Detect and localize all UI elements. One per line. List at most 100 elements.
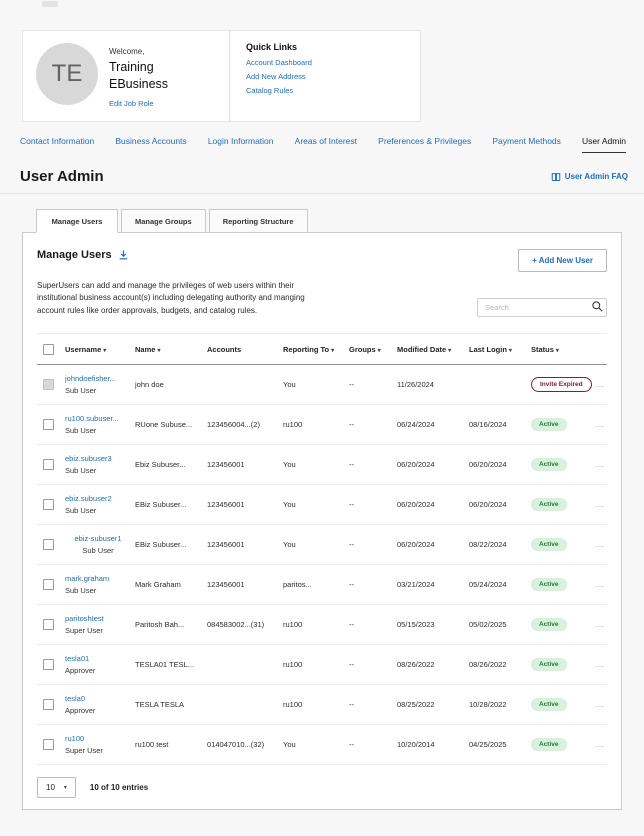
row-menu-button[interactable]: ... <box>589 580 607 589</box>
col-username[interactable]: Username <box>65 345 101 354</box>
quick-link-catalog-rules[interactable]: Catalog Rules <box>246 86 420 95</box>
tab-manage-groups[interactable]: Manage Groups <box>121 209 206 233</box>
nav-payment-methods[interactable]: Payment Methods <box>492 136 561 152</box>
row-menu-button[interactable]: ... <box>589 500 607 509</box>
modified-date-cell: 10/20/2014 <box>397 740 469 749</box>
last-login-cell: 08/26/2022 <box>469 660 531 669</box>
username-link[interactable]: mark.graham <box>65 574 131 585</box>
status-badge: Active <box>531 498 567 511</box>
row-checkbox[interactable] <box>43 579 54 590</box>
edit-job-role-link[interactable]: Edit Job Role <box>109 99 154 108</box>
download-icon[interactable] <box>118 249 129 261</box>
row-menu-button[interactable]: ... <box>589 420 607 429</box>
row-checkbox[interactable] <box>43 619 54 630</box>
page-size-select[interactable]: 10 ▾ <box>37 777 76 798</box>
row-menu-button[interactable]: ... <box>589 540 607 549</box>
row-menu-button[interactable]: ... <box>589 740 607 749</box>
tab-reporting-structure[interactable]: Reporting Structure <box>209 209 308 233</box>
row-checkbox[interactable] <box>43 419 54 430</box>
modified-date-cell: 06/20/2024 <box>397 540 469 549</box>
quick-link-account-dashboard[interactable]: Account Dashboard <box>246 58 420 67</box>
table-row: tesla01Approver TESLA01 TESL... ru100 --… <box>37 645 607 685</box>
nav-business-accounts[interactable]: Business Accounts <box>115 136 186 152</box>
username-link[interactable]: tesla0 <box>65 694 131 705</box>
username-link[interactable]: ebiz.subuser2 <box>65 494 131 505</box>
row-checkbox[interactable] <box>43 659 54 670</box>
row-checkbox[interactable] <box>43 699 54 710</box>
modified-date-cell: 05/15/2023 <box>397 620 469 629</box>
accounts-cell: 123456001 <box>207 460 283 469</box>
groups-cell: -- <box>349 660 397 669</box>
search-icon[interactable] <box>591 300 604 318</box>
select-all-checkbox[interactable] <box>43 344 54 355</box>
table-row: tesla0Approver TESLA TESLA ru100 -- 08/2… <box>37 685 607 725</box>
header-divider <box>0 193 644 194</box>
user-role: Sub User <box>65 586 131 596</box>
accounts-cell: 123456004...(2) <box>207 420 283 429</box>
accounts-cell: 123456001 <box>207 500 283 509</box>
quick-link-add-new-address[interactable]: Add New Address <box>246 72 420 81</box>
user-admin-faq-link[interactable]: User Admin FAQ <box>551 172 628 182</box>
name-cell: Mark Graham <box>135 580 207 589</box>
groups-cell: -- <box>349 580 397 589</box>
modified-date-cell: 08/26/2022 <box>397 660 469 669</box>
username-link[interactable]: ru100 <box>65 734 131 745</box>
quick-links-title: Quick Links <box>246 42 420 52</box>
entries-count: 10 of 10 entries <box>90 783 148 792</box>
nav-contact-information[interactable]: Contact Information <box>20 136 94 152</box>
modified-date-cell: 08/25/2022 <box>397 700 469 709</box>
username-link[interactable]: ru100.subuser... <box>65 414 131 425</box>
col-name[interactable]: Name <box>135 345 155 354</box>
username-link[interactable]: tesla01 <box>65 654 131 665</box>
table-row: paritoshtestSuper User Paritosh Bah... 0… <box>37 605 607 645</box>
username-link[interactable]: johndoefisher... <box>65 374 131 385</box>
modified-date-cell: 11/26/2024 <box>397 380 469 389</box>
name-cell: EBiz Subuser... <box>135 500 207 509</box>
last-login-cell: 05/24/2024 <box>469 580 531 589</box>
name-cell: Ebiz Subuser... <box>135 460 207 469</box>
add-new-user-button[interactable]: + Add New User <box>518 249 607 272</box>
table-footer: 10 ▾ 10 of 10 entries <box>37 777 607 798</box>
row-checkbox[interactable] <box>43 539 54 550</box>
row-menu-button[interactable]: ... <box>589 380 607 389</box>
row-menu-button[interactable]: ... <box>589 620 607 629</box>
page-size-value: 10 <box>46 783 55 792</box>
nav-login-information[interactable]: Login Information <box>208 136 274 152</box>
username-link[interactable]: paritoshtest <box>65 614 131 625</box>
nav-areas-of-interest[interactable]: Areas of Interest <box>295 136 357 152</box>
col-last-login[interactable]: Last Login <box>469 345 507 354</box>
row-menu-button[interactable]: ... <box>589 660 607 669</box>
table-header-row: Username▾ Name▾ Accounts Reporting To▾ G… <box>37 334 607 365</box>
col-groups[interactable]: Groups <box>349 345 376 354</box>
col-accounts: Accounts <box>207 345 241 354</box>
sort-arrow-icon: ▾ <box>157 348 160 354</box>
table-row: ebiz-subuser1Sub User EBiz Subuser... 12… <box>37 525 607 565</box>
name-cell: Paritosh Bah... <box>135 620 207 629</box>
col-status[interactable]: Status <box>531 345 554 354</box>
row-checkbox[interactable] <box>43 459 54 470</box>
row-checkbox[interactable] <box>43 499 54 510</box>
search-input[interactable] <box>477 298 607 317</box>
sort-arrow-icon: ▾ <box>509 348 512 354</box>
last-login-cell: 05/02/2025 <box>469 620 531 629</box>
tab-manage-users[interactable]: Manage Users <box>36 209 118 233</box>
username-link[interactable]: ebiz.subuser3 <box>65 454 131 465</box>
nav-preferences-privileges[interactable]: Preferences & Privileges <box>378 136 471 152</box>
quick-links-section: Quick Links Account Dashboard Add New Ad… <box>229 31 420 121</box>
col-reporting-to[interactable]: Reporting To <box>283 345 329 354</box>
row-menu-button[interactable]: ... <box>589 460 607 469</box>
table-row: johndoefisher...Sub User john doe You --… <box>37 365 607 405</box>
chevron-down-icon: ▾ <box>64 784 67 791</box>
top-navigation: Contact Information Business Accounts Lo… <box>20 136 626 153</box>
row-menu-button[interactable]: ... <box>589 700 607 709</box>
row-checkbox[interactable] <box>43 739 54 750</box>
user-role: Super User <box>65 626 131 636</box>
sort-arrow-icon: ▾ <box>448 348 451 354</box>
col-modified-date[interactable]: Modified Date <box>397 345 446 354</box>
last-login-cell: 04/25/2025 <box>469 740 531 749</box>
status-badge: Active <box>531 538 567 551</box>
username-link[interactable]: ebiz-subuser1 <box>65 534 131 545</box>
status-badge: Active <box>531 618 567 631</box>
nav-user-admin[interactable]: User Admin <box>582 136 626 153</box>
table-row: ebiz.subuser2Sub User EBiz Subuser... 12… <box>37 485 607 525</box>
